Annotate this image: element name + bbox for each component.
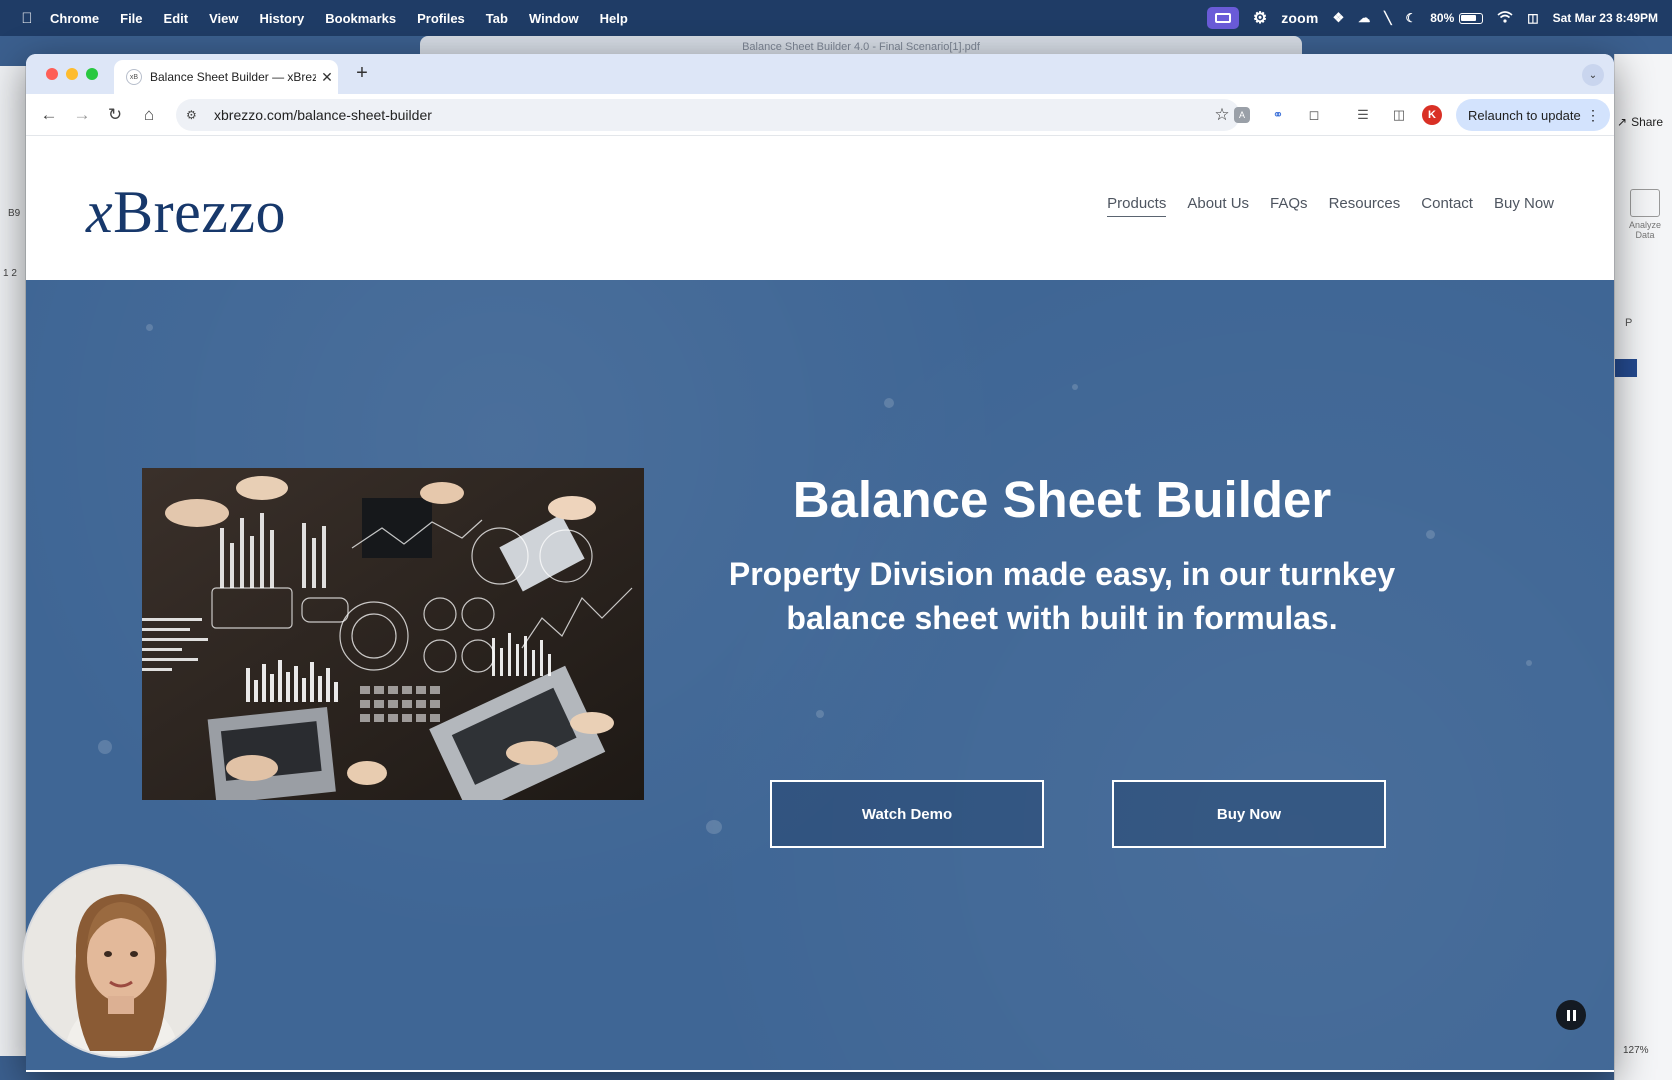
menu-file[interactable]: File [120, 11, 142, 26]
menu-history[interactable]: History [259, 11, 304, 26]
hero-analytics-photo [142, 468, 644, 800]
more-menu-icon[interactable]: ⋮ [1586, 107, 1600, 124]
background-window-titlebar[interactable]: Balance Sheet Builder 4.0 - Final Scenar… [420, 36, 1302, 56]
nav-products[interactable]: Products [1107, 195, 1167, 217]
analyze-data-icon [1630, 189, 1660, 217]
control-center-icon[interactable]: ◫ [1527, 11, 1538, 25]
bokeh-dot [1072, 384, 1078, 390]
bokeh-dot [98, 740, 112, 754]
close-window-button[interactable] [46, 68, 58, 80]
analyze-data-label: Analyze Data [1628, 220, 1662, 240]
zoom-menu-label[interactable]: zoom [1281, 10, 1318, 26]
password-key-icon[interactable]: ⚭ [1267, 104, 1289, 126]
bokeh-dot [884, 398, 894, 408]
bokeh-dot [1426, 530, 1435, 539]
menu-bar-datetime[interactable]: Sat Mar 23 8:49PM [1553, 11, 1658, 25]
menu-edit[interactable]: Edit [164, 11, 189, 26]
tab-strip: xB Balance Sheet Builder — xBrezzo ✕ + ⌄ [26, 54, 1614, 94]
minimize-window-button[interactable] [66, 68, 78, 80]
tab-favicon-icon: xB [126, 69, 142, 85]
site-info-icon[interactable]: ⚙ [186, 108, 206, 122]
zoom-window-button[interactable] [86, 68, 98, 80]
relaunch-to-update-button[interactable]: Relaunch to update ⋮ [1456, 99, 1610, 131]
row-header: 1 2 [3, 268, 17, 279]
menu-help[interactable]: Help [600, 11, 628, 26]
menu-window[interactable]: Window [529, 11, 579, 26]
column-header: P [1625, 317, 1633, 329]
presenter-webcam-overlay [22, 864, 216, 1058]
url-text[interactable]: xbrezzo.com/balance-sheet-builder [214, 107, 1204, 123]
browser-toolbar: ← → ↻ ⌂ ⚙ xbrezzo.com/balance-sheet-buil… [26, 94, 1614, 136]
relaunch-label: Relaunch to update [1468, 107, 1581, 123]
nav-buy-now[interactable]: Buy Now [1494, 195, 1554, 217]
new-tab-button[interactable]: + [348, 62, 376, 85]
reading-list-icon[interactable]: ☰ [1352, 104, 1374, 126]
zoom-level[interactable]: 127% [1623, 1045, 1649, 1056]
battery-indicator[interactable]: 80% [1430, 11, 1484, 25]
back-arrow-icon[interactable]: ← [36, 102, 62, 128]
hero-subtitle: Property Division made easy, in our turn… [702, 552, 1422, 640]
bokeh-dot [146, 324, 153, 331]
tab-search-chevron-icon[interactable]: ⌄ [1582, 64, 1604, 86]
menu-view[interactable]: View [209, 11, 238, 26]
background-app-right-strip: ↗ Share Analyze Data P 127% [1614, 54, 1672, 1080]
bokeh-dot [1526, 660, 1532, 666]
menu-app-name[interactable]: Chrome [50, 11, 99, 26]
active-tab[interactable]: xB Balance Sheet Builder — xBrezzo ✕ [114, 60, 338, 94]
bokeh-dot [706, 820, 722, 834]
nav-resources[interactable]: Resources [1329, 195, 1401, 217]
wifi-icon[interactable] [1497, 10, 1513, 26]
xbrezzo-logo[interactable]: xBrezzo [86, 178, 286, 247]
gear-icon[interactable]: ⚙ [1253, 8, 1267, 28]
hero-section: Balance Sheet Builder Property Division … [26, 280, 1614, 1070]
share-label: Share [1631, 115, 1664, 129]
battery-percent: 80% [1430, 11, 1455, 25]
extensions-puzzle-icon[interactable]: ◻ [1303, 104, 1325, 126]
screen-share-icon[interactable] [1206, 7, 1239, 29]
hero-subtitle-line2: balance sheet with built in formulas. [786, 600, 1338, 636]
menu-profiles[interactable]: Profiles [417, 11, 465, 26]
menu-bookmarks[interactable]: Bookmarks [325, 11, 396, 26]
watch-demo-button[interactable]: Watch Demo [770, 780, 1044, 848]
forward-arrow-icon[interactable]: → [69, 102, 95, 128]
nav-about-us[interactable]: About Us [1187, 195, 1249, 217]
profile-avatar[interactable]: K [1422, 105, 1442, 125]
site-navigation: Products About Us FAQs Resources Contact… [1107, 195, 1554, 217]
window-controls [46, 68, 98, 80]
bokeh-dot [816, 710, 824, 718]
selected-cell[interactable] [1615, 359, 1637, 377]
extension-icon[interactable]: A [1234, 107, 1250, 123]
cell-reference[interactable]: B9 [8, 208, 20, 219]
menu-tab[interactable]: Tab [486, 11, 508, 26]
cloud-sync-icon[interactable]: ☁ [1358, 11, 1370, 25]
nav-contact[interactable]: Contact [1421, 195, 1473, 217]
chrome-window: xB Balance Sheet Builder — xBrezzo ✕ + ⌄… [26, 54, 1614, 1072]
apple-logo-icon[interactable]:  [18, 9, 36, 27]
share-icon: ↗ [1617, 115, 1628, 129]
tab-title: Balance Sheet Builder — xBrezzo [150, 70, 316, 84]
buy-now-button[interactable]: Buy Now [1112, 780, 1386, 848]
hero-title: Balance Sheet Builder [792, 471, 1332, 528]
background-app-left-strip: B9 1 2 [0, 66, 26, 1056]
dropbox-icon[interactable]: ❖ [1333, 10, 1345, 26]
home-icon[interactable]: ⌂ [136, 102, 162, 128]
close-tab-icon[interactable]: ✕ [316, 69, 338, 86]
analyze-data-button[interactable]: Analyze Data [1623, 189, 1667, 240]
macos-menu-bar:  Chrome File Edit View History Bookmark… [0, 0, 1672, 36]
nav-faqs[interactable]: FAQs [1270, 195, 1308, 217]
battery-icon [1459, 12, 1484, 24]
side-panel-icon[interactable]: ◫ [1388, 104, 1410, 126]
menu-bar-status-area: ⚙ zoom ❖ ☁ ╲ ☾ 80% ◫ Sat Mar 23 8:49PM [1206, 0, 1658, 36]
reload-icon[interactable]: ↻ [102, 102, 128, 128]
hero-subtitle-line1: Property Division made easy, in our turn… [728, 556, 1396, 592]
pause-icon[interactable] [1556, 1000, 1586, 1030]
site-header: xBrezzo Products About Us FAQs Resources… [26, 136, 1614, 280]
address-bar[interactable]: ⚙ xbrezzo.com/balance-sheet-builder ☆ [176, 99, 1240, 131]
pen-icon[interactable]: ╲ [1384, 11, 1391, 25]
share-button[interactable]: ↗ Share [1617, 109, 1672, 135]
moon-icon[interactable]: ☾ [1405, 11, 1416, 25]
